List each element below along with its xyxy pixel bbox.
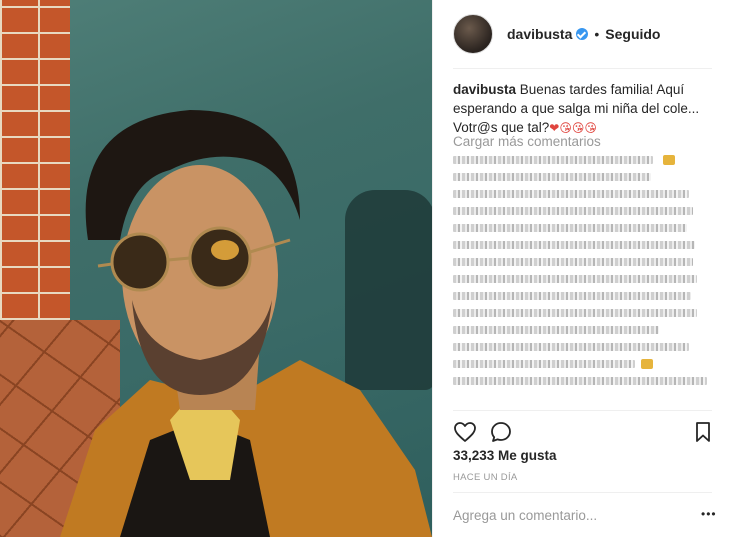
action-bar bbox=[453, 420, 715, 444]
blurred-comment-line bbox=[453, 190, 715, 198]
blurred-comment-line bbox=[453, 326, 715, 334]
post-caption: davibusta Buenas tardes familia! Aquí es… bbox=[453, 80, 715, 138]
blurred-comment-line bbox=[453, 359, 715, 369]
blurred-comment-line bbox=[453, 377, 715, 385]
blurred-comment-line bbox=[453, 207, 715, 215]
man-with-sunglasses bbox=[60, 110, 432, 537]
blurred-comment-line bbox=[453, 292, 715, 300]
blurred-comment-line bbox=[453, 258, 715, 266]
blurred-comment-line bbox=[453, 309, 715, 317]
blurred-comment-line bbox=[453, 275, 715, 283]
load-more-comments-button[interactable]: Cargar más comentarios bbox=[453, 134, 601, 149]
more-options-button[interactable]: ••• bbox=[701, 507, 717, 521]
follow-status-button[interactable]: Seguido bbox=[605, 26, 660, 42]
comment-bubble-icon[interactable] bbox=[489, 420, 513, 444]
blurred-comment-line bbox=[453, 241, 715, 249]
comment-divider bbox=[453, 492, 712, 493]
heart-icon[interactable] bbox=[453, 420, 477, 444]
caption-emojis: ❤😘😘😘 bbox=[549, 121, 597, 135]
blurred-comment-line bbox=[453, 224, 715, 232]
blurred-comment-line bbox=[453, 173, 715, 181]
header-divider bbox=[453, 68, 712, 69]
pixelated-comments bbox=[453, 155, 715, 394]
actions-divider bbox=[453, 410, 712, 411]
blurred-comment-line bbox=[453, 155, 715, 165]
blurred-comment-line bbox=[453, 343, 715, 351]
avatar[interactable] bbox=[453, 14, 493, 54]
add-comment-input[interactable] bbox=[453, 505, 683, 525]
caption-username[interactable]: davibusta bbox=[453, 82, 516, 97]
bookmark-icon[interactable] bbox=[691, 420, 715, 444]
separator-dot: • bbox=[594, 26, 600, 42]
post-header: davibusta • Seguido bbox=[453, 14, 661, 54]
post-side-panel: davibusta • Seguido davibusta Buenas tar… bbox=[433, 0, 732, 537]
likes-count[interactable]: 33,233 Me gusta bbox=[453, 448, 557, 463]
username-link[interactable]: davibusta bbox=[507, 26, 572, 42]
post-photo[interactable] bbox=[0, 0, 432, 537]
post-timestamp[interactable]: HACE UN DÍA bbox=[453, 472, 518, 483]
verified-badge-icon bbox=[576, 28, 589, 40]
